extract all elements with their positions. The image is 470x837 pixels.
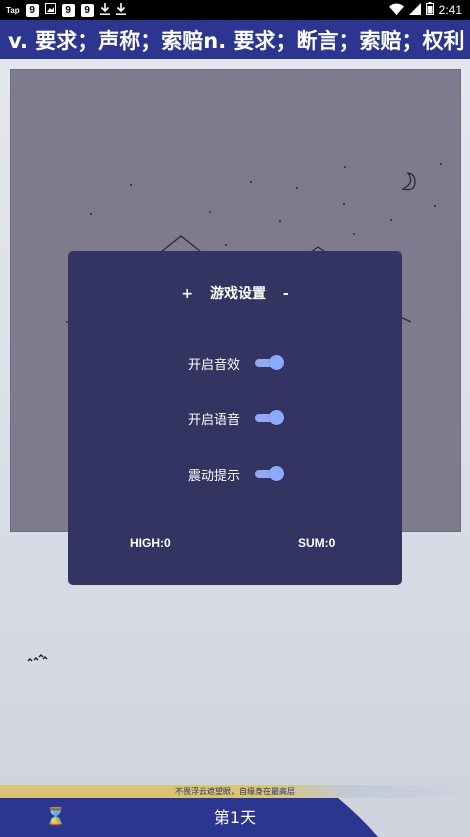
wifi-icon bbox=[388, 3, 404, 18]
setting-label: 开启音效 bbox=[187, 357, 240, 373]
download-icon bbox=[115, 2, 126, 18]
notification-badge: 9 bbox=[61, 3, 75, 17]
toggle-knob bbox=[269, 410, 284, 425]
expand-button[interactable]: + bbox=[181, 286, 193, 302]
birds-illustration bbox=[26, 648, 50, 667]
status-bar: Tap 9 9 9 2:41 bbox=[0, 0, 470, 20]
word-definition-bar: v. 要求；声称；索赔n. 要求；断言；索赔；权利 bbox=[0, 20, 470, 59]
status-left: Tap 9 9 9 bbox=[0, 2, 126, 18]
setting-row-vibrate: 震动提示 bbox=[68, 463, 402, 485]
signal-icon bbox=[408, 2, 421, 18]
settings-modal: + 游戏设置 - 开启音效 开启语音 震动提示 HIGH:0 SUM:0 bbox=[68, 251, 402, 585]
vibrate-toggle[interactable] bbox=[255, 466, 285, 481]
voice-toggle[interactable] bbox=[255, 410, 285, 425]
setting-row-sound: 开启音效 bbox=[68, 352, 402, 374]
modal-title: + 游戏设置 - bbox=[68, 283, 402, 303]
stars bbox=[90, 163, 442, 246]
setting-label: 开启语音 bbox=[187, 412, 240, 428]
download-icon bbox=[99, 2, 110, 18]
sum-score: SUM:0 bbox=[298, 536, 336, 550]
toggle-knob bbox=[269, 355, 284, 370]
quote-banner: 不畏浮云遮望眼，自缘身在最高层 bbox=[0, 785, 470, 798]
collapse-button[interactable]: - bbox=[283, 286, 289, 302]
sound-toggle[interactable] bbox=[255, 355, 285, 370]
battery-icon bbox=[425, 2, 434, 18]
quote-text: 不畏浮云遮望眼，自缘身在最高层 bbox=[175, 787, 295, 796]
setting-label: 震动提示 bbox=[187, 468, 240, 484]
setting-row-voice: 开启语音 bbox=[68, 407, 402, 429]
clock: 2:41 bbox=[438, 3, 462, 17]
tap-label: Tap bbox=[6, 5, 20, 15]
settings-title: 游戏设置 bbox=[209, 286, 266, 302]
day-counter: 第1天 bbox=[213, 808, 257, 827]
notification-badge: 9 bbox=[25, 3, 39, 17]
image-icon bbox=[44, 3, 56, 17]
status-right: 2:41 bbox=[388, 2, 470, 18]
toggle-knob bbox=[269, 466, 284, 481]
bottom-bar: ⌛ 第1天 bbox=[0, 798, 470, 837]
moon-icon bbox=[401, 172, 416, 191]
notification-badge: 9 bbox=[80, 3, 94, 17]
high-score: HIGH:0 bbox=[130, 536, 171, 550]
